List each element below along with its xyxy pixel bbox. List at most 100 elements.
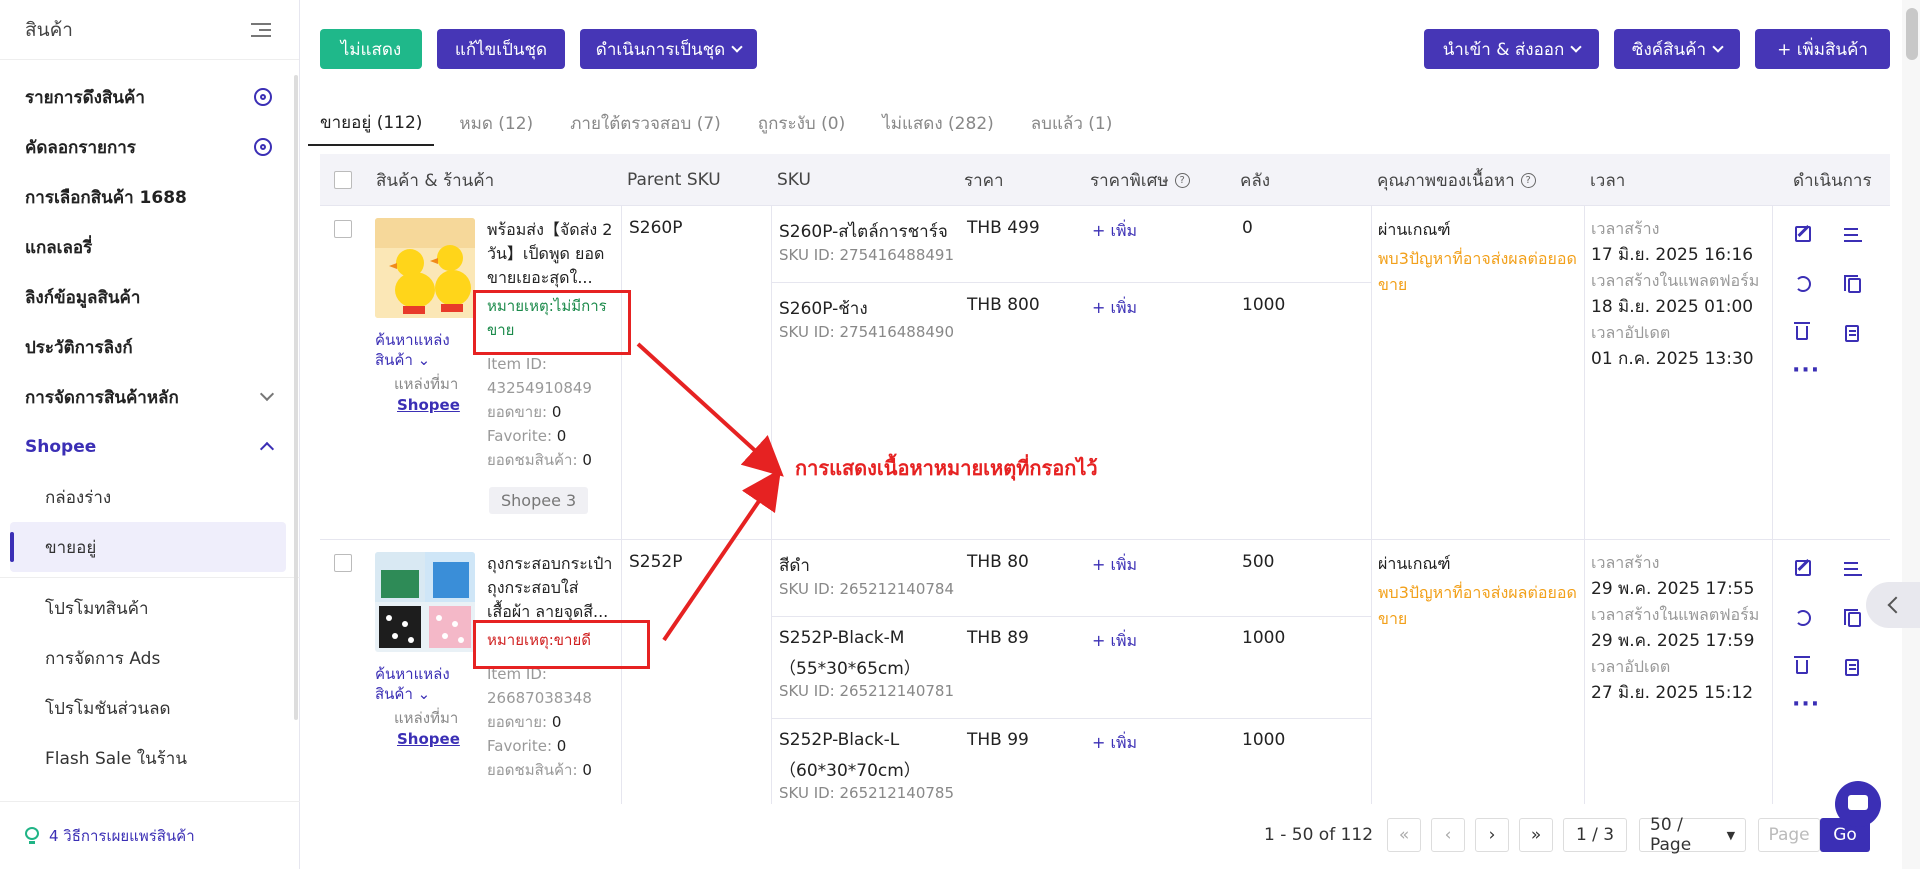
help-icon[interactable]: ? xyxy=(1520,172,1536,188)
chat-icon[interactable] xyxy=(1835,781,1881,827)
sku-stock: 1000 xyxy=(1242,295,1286,315)
quality-status: ผ่านเกณฑ์ xyxy=(1378,554,1451,573)
copy-icon[interactable] xyxy=(1844,275,1861,293)
tab-live[interactable]: ขายอยู่ (112) xyxy=(308,100,435,146)
hide-button[interactable]: ไม่แสดง xyxy=(320,29,422,69)
sold-count: ยอดขาย: 0 xyxy=(487,710,617,734)
sidebar-item-label: การจัดการสินค้าหลัก xyxy=(25,387,179,408)
select-all-checkbox[interactable] xyxy=(334,171,352,189)
collapse-menu-icon[interactable] xyxy=(251,22,271,38)
sidebar-sub-flash-sale[interactable]: Flash Sale ในร้าน xyxy=(0,733,300,783)
tab-suspended[interactable]: ถูกระงับ (0) xyxy=(758,100,845,146)
tab-sold-out[interactable]: หมด (12) xyxy=(459,100,533,146)
sidebar-item-link-data[interactable]: ลิงก์ข้อมูลสินค้า xyxy=(0,272,300,322)
created-label: เวลาสร้าง xyxy=(1591,219,1660,238)
sidebar-sub-ads[interactable]: การจัดการ Ads xyxy=(0,633,300,683)
tab-under-review[interactable]: ภายใต้ตรวจสอบ (7) xyxy=(570,100,721,146)
scrollbar-thumb[interactable] xyxy=(1906,8,1918,60)
collapse-panel-icon[interactable] xyxy=(1866,582,1920,628)
note-icon[interactable] xyxy=(1845,325,1859,342)
sidebar-footer-label: 4 วิธีการเผยแพร่สินค้า xyxy=(49,826,195,845)
delete-icon[interactable] xyxy=(1794,656,1810,674)
delete-icon[interactable] xyxy=(1794,322,1810,340)
add-special-price-link[interactable]: + เพิ่ม xyxy=(1092,296,1137,321)
quality-warning-link[interactable]: พบ3ปัญหาที่อาจส่งผลต่อยอดขาย xyxy=(1378,246,1583,298)
note-icon[interactable] xyxy=(1845,659,1859,676)
quality-warning-link[interactable]: พบ3ปัญหาที่อาจส่งผลต่อยอดขาย xyxy=(1378,580,1583,632)
page-scrollbar[interactable] xyxy=(1902,0,1920,869)
sidebar-item-copy-list[interactable]: คัดลอกรายการ xyxy=(0,122,300,172)
sidebar-sub-promote[interactable]: โปรโมทสินค้า xyxy=(0,583,300,633)
updated-time: 27 มิ.ย. 2025 15:12 xyxy=(1591,683,1754,703)
favorite-value: 0 xyxy=(556,427,567,445)
chevron-down-icon: ▼ xyxy=(1726,828,1736,842)
first-page-button[interactable]: « xyxy=(1387,818,1422,852)
row-checkbox[interactable] xyxy=(334,554,352,572)
add-product-button[interactable]: + เพิ่มสินค้า xyxy=(1755,29,1890,69)
favorite-count: Favorite: 0 xyxy=(487,424,617,448)
batch-action-label: ดำเนินการเป็นชุด xyxy=(595,39,726,60)
prev-page-button[interactable]: ‹ xyxy=(1431,818,1466,852)
source-link[interactable]: Shopee xyxy=(397,396,460,414)
sidebar-sub-live[interactable]: ขายอยู่ xyxy=(10,522,286,572)
more-actions-icon[interactable]: ··· xyxy=(1792,358,1820,383)
page-size-select[interactable]: 50 / Page ▼ xyxy=(1639,815,1747,855)
sidebar-scrollbar[interactable] xyxy=(294,75,298,720)
add-special-price-link[interactable]: + เพิ่ม xyxy=(1092,219,1137,244)
page-input[interactable]: Page xyxy=(1758,818,1821,852)
add-special-price-link[interactable]: + เพิ่ม xyxy=(1092,731,1137,756)
product-name[interactable]: พร้อมส่ง【จัดส่ง 2 วัน】เป็ดพูด ยอดขายเยอะ… xyxy=(487,218,617,290)
created-time: 17 มิ.ย. 2025 16:16 xyxy=(1591,245,1754,265)
next-page-button[interactable]: › xyxy=(1475,818,1510,852)
sync-products-dropdown[interactable]: ซิงค์สินค้า xyxy=(1614,29,1740,69)
sync-icon[interactable] xyxy=(1795,610,1811,626)
sidebar-footer-link[interactable]: 4 วิธีการเผยแพร่สินค้า xyxy=(0,801,300,869)
import-export-dropdown[interactable]: นำเข้า & ส่งออก xyxy=(1424,29,1599,69)
sold-value: 0 xyxy=(551,403,562,421)
views-count: ยอดชมสินค้า: 0 xyxy=(487,448,617,472)
last-page-button[interactable]: » xyxy=(1519,818,1554,852)
help-icon[interactable]: ? xyxy=(1174,172,1190,188)
find-source-link[interactable]: ค้นหาแหล่งสินค้า ⌄ xyxy=(375,330,465,370)
gear-icon[interactable] xyxy=(254,88,272,106)
sidebar-item-shopee[interactable]: Shopee xyxy=(0,422,300,472)
edit-icon[interactable] xyxy=(1795,226,1811,242)
tab-hidden[interactable]: ไม่แสดง (282) xyxy=(882,100,994,146)
sidebar-item-pull-list[interactable]: รายการดึงสินค้า xyxy=(0,72,300,122)
gear-icon[interactable] xyxy=(254,138,272,156)
sidebar-item-gallery[interactable]: แกลเลอรี่ xyxy=(0,222,300,272)
chevron-up-icon xyxy=(259,441,275,457)
sort-list-icon[interactable] xyxy=(1844,226,1864,246)
batch-edit-button[interactable]: แก้ไขเป็นชุด xyxy=(437,29,565,69)
edit-icon[interactable] xyxy=(1795,560,1811,576)
more-actions-icon[interactable]: ··· xyxy=(1792,692,1820,717)
views-label: ยอดชมสินค้า: xyxy=(487,761,578,779)
add-special-price-link[interactable]: + เพิ่ม xyxy=(1092,629,1137,654)
sidebar: สินค้า รายการดึงสินค้า คัดลอกรายการ การเ… xyxy=(0,0,300,869)
add-special-price-link[interactable]: + เพิ่ม xyxy=(1092,553,1137,578)
views-value: 0 xyxy=(582,451,592,469)
quality-status: ผ่านเกณฑ์ xyxy=(1378,220,1451,239)
tab-deleted[interactable]: ลบแล้ว (1) xyxy=(1031,100,1113,146)
product-name[interactable]: ถุงกระสอบกระเป๋า ถุงกระสอบใส่เสื้อผ้า ลา… xyxy=(487,552,617,624)
updated-time: 01 ก.ค. 2025 13:30 xyxy=(1591,349,1754,369)
platform-created-time: 18 มิ.ย. 2025 01:00 xyxy=(1591,297,1754,317)
product-thumbnail[interactable] xyxy=(375,218,475,318)
sidebar-sub-discount[interactable]: โปรโมชันส่วนลด xyxy=(0,683,300,733)
sidebar-item-link-history[interactable]: ประวัติการลิงก์ xyxy=(0,322,300,372)
product-thumbnail[interactable] xyxy=(375,552,475,652)
source-link[interactable]: Shopee xyxy=(397,730,460,748)
find-source-link[interactable]: ค้นหาแหล่งสินค้า ⌄ xyxy=(375,664,465,704)
sold-value: 0 xyxy=(551,713,562,731)
batch-action-dropdown[interactable]: ดำเนินการเป็นชุด xyxy=(580,29,757,69)
sidebar-sub-drafts[interactable]: กล่องร่าง xyxy=(0,472,300,522)
col-parent-sku: Parent SKU xyxy=(627,170,721,190)
sync-icon[interactable] xyxy=(1795,276,1811,292)
copy-icon[interactable] xyxy=(1844,609,1861,627)
hide-button-label: ไม่แสดง xyxy=(340,39,402,60)
sidebar-item-1688[interactable]: การเลือกสินค้า 1688 xyxy=(0,172,300,222)
chevron-down-icon xyxy=(1712,40,1724,53)
sidebar-item-master-products[interactable]: การจัดการสินค้าหลัก xyxy=(0,372,300,422)
row-checkbox[interactable] xyxy=(334,220,352,238)
sort-list-icon[interactable] xyxy=(1844,560,1864,580)
